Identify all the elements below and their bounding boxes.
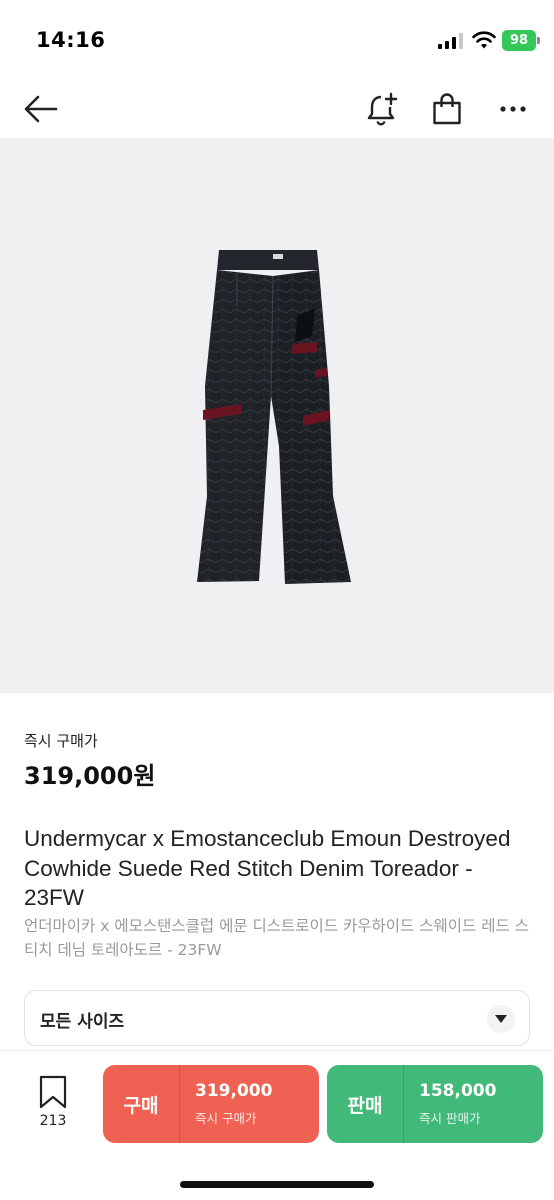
- home-indicator: [180, 1181, 374, 1188]
- sell-label: 판매: [347, 1094, 383, 1117]
- status-time: 14:16: [36, 28, 106, 52]
- back-button[interactable]: [18, 86, 64, 132]
- divider: [179, 1065, 180, 1143]
- nav-bar: [0, 80, 554, 138]
- signal-icon: [438, 33, 463, 49]
- product-image[interactable]: [0, 138, 554, 693]
- more-button[interactable]: [490, 86, 536, 132]
- buy-price: 319,000: [195, 1081, 273, 1101]
- buy-price-label: 즉시 구매가: [195, 1111, 257, 1126]
- sell-button[interactable]: 판매 158,000 즉시 판매가: [327, 1065, 543, 1143]
- notification-add-button[interactable]: [360, 86, 406, 132]
- size-select-label: 모든 사이즈: [40, 1012, 125, 1032]
- instant-price-label: 즉시 구매가: [24, 732, 98, 750]
- product-title-en: Undermycar x Emostanceclub Emoun Destroy…: [24, 826, 511, 910]
- shopping-bag-button[interactable]: [424, 86, 470, 132]
- pants-image: [197, 249, 351, 584]
- bell-plus-icon: [367, 92, 398, 126]
- battery-indicator: 98: [502, 30, 540, 51]
- product-title-ko: 언더마이카 x 에모스탠스클럽 에문 디스트로이드 카우하이드 스웨이드 레드 …: [24, 917, 529, 959]
- bottom-action-bar: 213 구매 319,000 즉시 구매가 판매 158,000 즉시 판매가: [0, 1050, 554, 1200]
- sell-price-label: 즉시 판매가: [419, 1111, 481, 1126]
- wifi-icon: [472, 31, 496, 49]
- sell-price: 158,000: [419, 1081, 497, 1101]
- status-bar: 14:16 98: [0, 0, 554, 80]
- chevron-down-icon: [487, 1005, 515, 1033]
- buy-label: 구매: [123, 1094, 159, 1117]
- buy-button[interactable]: 구매 319,000 즉시 구매가: [103, 1065, 319, 1143]
- wishlist-count: 213: [39, 1113, 67, 1129]
- more-icon: [500, 106, 526, 112]
- bookmark-icon: [39, 1075, 67, 1109]
- wishlist-button[interactable]: 213: [28, 1075, 78, 1137]
- shopping-bag-icon: [433, 93, 461, 125]
- back-arrow-icon: [24, 95, 58, 123]
- size-select[interactable]: 모든 사이즈: [24, 990, 530, 1046]
- instant-price: 319,000원: [24, 762, 156, 790]
- divider: [403, 1065, 404, 1143]
- battery-level: 98: [509, 33, 529, 48]
